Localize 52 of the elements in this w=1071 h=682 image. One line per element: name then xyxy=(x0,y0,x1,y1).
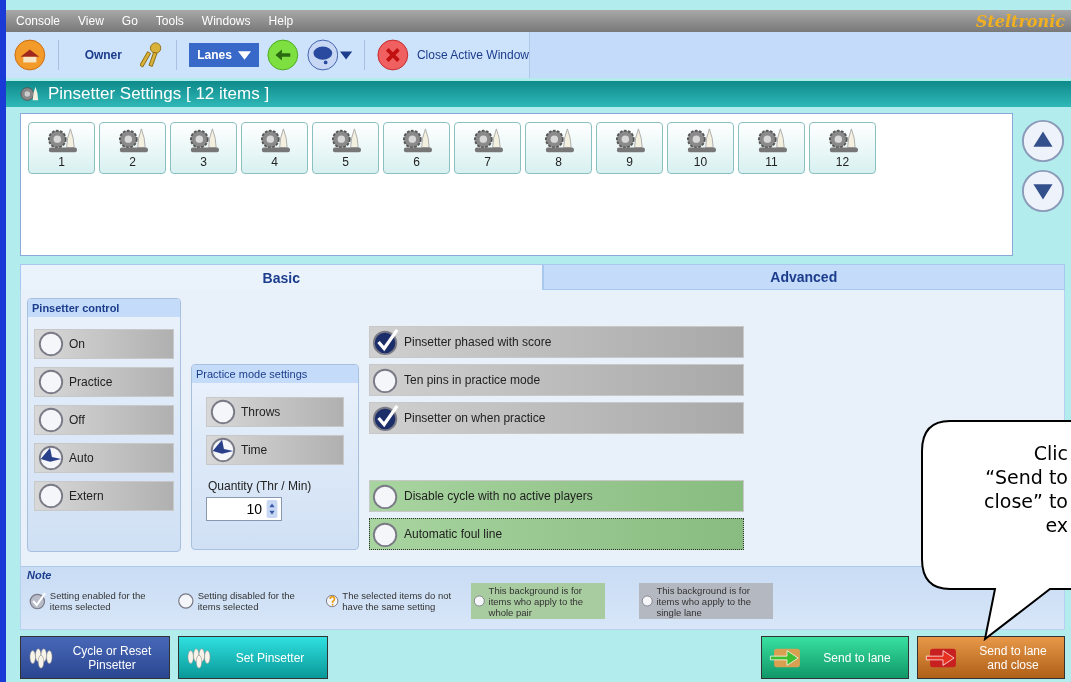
brand-logo: Steltronic xyxy=(975,11,1065,31)
pinsetter-tile[interactable]: 4 xyxy=(241,122,308,174)
note-text: The selected items do not have the same setting xyxy=(342,590,453,613)
close-icon[interactable] xyxy=(377,38,409,72)
window-title: Pinsetter Settings [ 12 items ] xyxy=(48,84,270,104)
close-window-button[interactable]: Close Active Window xyxy=(416,48,529,62)
pinsetter-tile[interactable]: 6 xyxy=(383,122,450,174)
note-text: This background is for items who apply to the single lane xyxy=(656,584,752,618)
setting-checkbox[interactable]: Automatic foul line xyxy=(369,518,744,551)
group-title: Pinsetter control xyxy=(28,299,180,318)
group-title: Practice mode settings xyxy=(192,365,358,384)
setting-checkbox[interactable]: Pinsetter phased with score xyxy=(369,326,744,359)
quantity-label: Quantity (Thr / Min) xyxy=(208,479,313,494)
setting-checkbox[interactable]: Disable cycle with no active players xyxy=(369,480,744,513)
radio-option[interactable]: Throws xyxy=(206,397,344,428)
pinsetter-tile[interactable]: 3 xyxy=(170,122,237,174)
radio-option[interactable]: Practice xyxy=(34,367,174,398)
tab[interactable]: Advanced xyxy=(542,264,1065,291)
radio-option[interactable]: Extern xyxy=(34,481,174,512)
caret-icon[interactable] xyxy=(340,50,353,60)
note-text: This background is for items who apply to the whole pair xyxy=(488,584,585,618)
scroll-up-button[interactable] xyxy=(1021,119,1065,163)
note-text: Setting disabled for the items selected xyxy=(197,590,296,613)
bowling-pins-icon xyxy=(27,645,55,670)
bowling-pins-icon xyxy=(185,645,213,670)
send-and-close-button[interactable]: Send to lane and close xyxy=(917,636,1065,680)
pinsetter-tile[interactable]: 9 xyxy=(596,122,663,174)
scroll-down-button[interactable] xyxy=(1021,169,1065,213)
radio-option[interactable]: Auto xyxy=(34,443,174,474)
radio-option[interactable]: Off xyxy=(34,405,174,436)
pinsetter-tile[interactable]: 12 xyxy=(809,122,876,174)
pinsetter-tile[interactable]: 11 xyxy=(738,122,805,174)
pinsetter-tile[interactable]: 2 xyxy=(99,122,166,174)
pinsetter-tile[interactable]: 5 xyxy=(312,122,379,174)
pinsetter-tile[interactable]: 10 xyxy=(667,122,734,174)
quantity-spinner[interactable]: 10 xyxy=(206,497,282,522)
pinsetter-tile[interactable]: 8 xyxy=(525,122,592,174)
callout-text: Clic “Send to close” to ex xyxy=(984,441,1068,537)
cycle-reset-button[interactable]: Cycle or Reset Pinsetter xyxy=(20,636,170,680)
radio-option[interactable]: Time xyxy=(206,435,344,466)
setting-checkbox[interactable]: Ten pins in practice mode xyxy=(369,364,744,397)
setting-checkbox[interactable]: Pinsetter on when practice xyxy=(369,402,744,435)
lanes-dropdown[interactable]: Lanes xyxy=(189,43,259,67)
caret-icon xyxy=(237,50,251,60)
home-icon[interactable] xyxy=(14,38,46,72)
tab[interactable]: Basic xyxy=(20,264,543,291)
radio-option[interactable]: On xyxy=(34,329,174,360)
note-text: Setting enabled for the items selected xyxy=(49,590,147,613)
pinsetter-tile[interactable]: 1 xyxy=(28,122,95,174)
user-label: Owner xyxy=(84,48,122,62)
note-title: Note xyxy=(27,569,53,582)
pinsetter-tile[interactable]: 7 xyxy=(454,122,521,174)
